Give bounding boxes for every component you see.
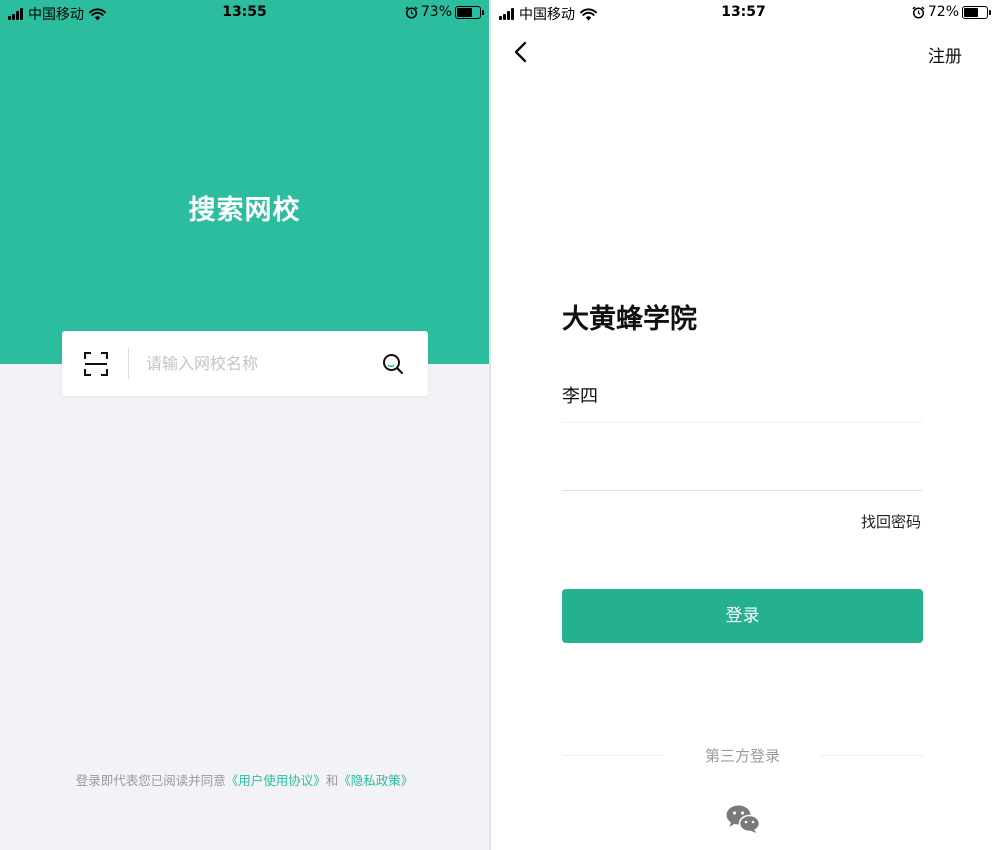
agreement-prefix: 登录即代表您已阅读并同意 [75,773,226,788]
school-name: 大黄蜂学院 [562,304,697,335]
search-school-screen: 搜索网校 中国移动 13:55 73% 请输入网校名称 登录即代表您已阅读并同意… [0,0,489,850]
search-icon[interactable] [382,353,404,375]
hero-banner: 搜索网校 [0,0,489,364]
forgot-password-link[interactable]: 找回密码 [861,511,921,532]
status-bar: 中国移动 13:57 72% [491,0,996,26]
username-field[interactable]: 李四 [562,372,922,423]
scan-icon[interactable] [84,352,108,376]
status-bar: 中国移动 13:55 73% [0,0,489,26]
battery-icon [455,5,484,19]
username-value: 李四 [562,386,598,407]
battery-percent: 72% [927,4,959,20]
third-party-divider: 第三方登录 [562,745,923,765]
agreement-notice: 登录即代表您已阅读并同意《用户使用协议》和《隐私政策》 [0,770,489,789]
page-title: 搜索网校 [188,195,301,226]
search-box [62,331,428,396]
alarm-icon [405,5,418,19]
login-button[interactable]: 登录 [562,589,923,643]
back-chevron-icon[interactable] [511,40,531,64]
register-button[interactable]: 注册 [928,42,962,67]
login-screen: 中国移动 13:57 72% 注册 大黄蜂学院 李四 找回密码 登录 第三方登录 [491,0,996,850]
alarm-icon [912,5,925,19]
password-field[interactable] [562,440,922,491]
battery-icon [962,5,991,19]
search-divider [128,348,129,379]
divider-line [821,755,923,756]
wechat-icon[interactable] [725,804,761,834]
user-agreement-link[interactable]: 《用户使用协议》 [226,773,326,788]
privacy-policy-link[interactable]: 《隐私政策》 [338,773,413,788]
battery-percent: 73% [420,4,452,20]
agreement-and: 和 [325,773,339,788]
search-input[interactable] [146,348,366,379]
